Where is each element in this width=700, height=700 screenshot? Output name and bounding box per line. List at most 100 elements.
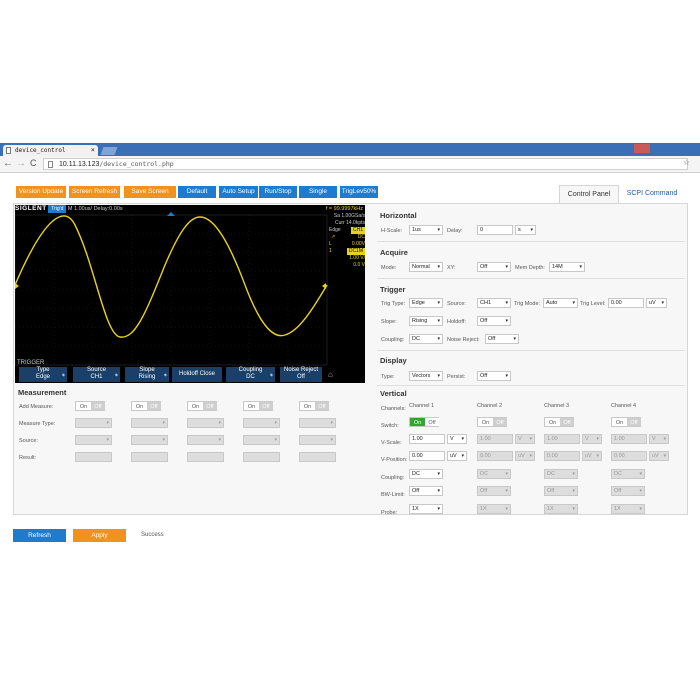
channel-1-coupling-select[interactable]: DC	[409, 469, 443, 479]
apply-button[interactable]: Apply	[73, 529, 126, 542]
channel-1-vposition-unit[interactable]: uV	[447, 451, 467, 461]
measure-source-select-1[interactable]	[131, 435, 168, 445]
channel-name-3: Channel 3	[544, 403, 570, 409]
measure-source-select-0[interactable]	[75, 435, 112, 445]
channel-3-vposition-input[interactable]: 0.00	[544, 451, 580, 461]
channel-1-vscale-input[interactable]: 1.00	[409, 434, 445, 444]
trig-source-select[interactable]: CH1	[477, 298, 511, 308]
channel-2-vposition-input[interactable]: 0.00	[477, 451, 513, 461]
measure-type-label: Measure Type:	[19, 421, 56, 427]
channel-3-vposition-unit[interactable]: uV	[582, 451, 602, 461]
holdoff-select[interactable]: Off	[477, 316, 511, 326]
channel-4-switch[interactable]: On Off	[611, 417, 641, 427]
trig-coupling-select[interactable]: DC	[409, 334, 443, 344]
display-type-select[interactable]: Vectors	[409, 371, 443, 381]
softkey-bottom-label: Rising	[138, 374, 156, 380]
toolbar-button-5[interactable]: Run/Stop	[259, 186, 297, 198]
hscale-select[interactable]: 1us	[409, 225, 443, 235]
channel-4-vscale-input[interactable]: 1.00	[611, 434, 647, 444]
channel-3-probe-select[interactable]: 1X	[544, 504, 578, 514]
channel-1-switch[interactable]: On Off	[409, 417, 439, 427]
softkey-1[interactable]: Source CH1 ◆	[73, 367, 120, 382]
close-tab-icon[interactable]: ×	[91, 145, 95, 156]
channel-3-bw-limit-select[interactable]: Off	[544, 486, 578, 496]
add-measure-toggle-2[interactable]: On Off	[187, 401, 217, 411]
xy-label: XY:	[447, 265, 456, 271]
channel-4-vscale-unit[interactable]: V	[649, 434, 669, 444]
slope-select[interactable]: Rising	[409, 316, 443, 326]
measure-source-select-2[interactable]	[187, 435, 224, 445]
add-measure-toggle-3[interactable]: On Off	[243, 401, 273, 411]
channel-2-probe-select[interactable]: 1X	[477, 504, 511, 514]
acquire-mode-select[interactable]: Normal	[409, 262, 443, 272]
channel-2-coupling-select[interactable]: DC	[477, 469, 511, 479]
tab-scpi-command[interactable]: SCPI Command	[619, 185, 685, 203]
channel-3-coupling-select[interactable]: DC	[544, 469, 578, 479]
measure-type-select-2[interactable]	[187, 418, 224, 428]
trig-level-unit-select[interactable]: uV	[646, 298, 667, 308]
measure-result-3	[243, 452, 280, 462]
persist-select[interactable]: Off	[477, 371, 511, 381]
channel-2-bw-limit-select[interactable]: Off	[477, 486, 511, 496]
toolbar-button-0[interactable]: Version Update	[16, 186, 66, 198]
channel-4-probe-select[interactable]: 1X	[611, 504, 645, 514]
channel-1-bw-limit-select[interactable]: Off	[409, 486, 443, 496]
tab-control-panel[interactable]: Control Panel	[559, 185, 619, 204]
channel-3-vscale-unit[interactable]: V	[582, 434, 602, 444]
toolbar-button-4[interactable]: Auto Setup	[219, 186, 258, 198]
channel-2-vposition-unit[interactable]: uV	[515, 451, 535, 461]
channel-2-vscale-unit[interactable]: V	[515, 434, 535, 444]
channel-1-vposition-input[interactable]: 0.00	[409, 451, 445, 461]
noise-reject-label: Noise Reject:	[447, 337, 480, 343]
channel-3-vscale-input[interactable]: 1.00	[544, 434, 580, 444]
softkey-0[interactable]: Type Edge ◆	[19, 367, 67, 382]
softkey-3[interactable]: Holdoff Close	[172, 367, 222, 382]
xy-select[interactable]: Off	[477, 262, 511, 272]
window-close-icon[interactable]	[634, 144, 650, 153]
toolbar-button-1[interactable]: Screen Refresh	[69, 186, 120, 198]
toolbar-button-3[interactable]: Default	[178, 186, 216, 198]
softkey-5[interactable]: Noise Reject Off	[280, 367, 322, 382]
softkey-2[interactable]: Slope Rising ◆	[125, 367, 169, 382]
trig-level-input[interactable]: 0.00	[608, 298, 644, 308]
channel-4-bw-limit-select[interactable]: Off	[611, 486, 645, 496]
trig-type-select[interactable]: Edge	[409, 298, 443, 308]
delay-unit-select[interactable]: s	[515, 225, 536, 235]
channel-2-switch[interactable]: On Off	[477, 417, 507, 427]
softkey-knob-icon: ◆	[163, 372, 167, 377]
add-measure-toggle-4[interactable]: On Off	[299, 401, 329, 411]
menu-toggle-icon[interactable]: ⌂	[328, 370, 333, 379]
refresh-button[interactable]: Refresh	[13, 529, 66, 542]
channel-1-probe-select[interactable]: 1X	[409, 504, 443, 514]
add-measure-toggle-1[interactable]: On Off	[131, 401, 161, 411]
toolbar-button-2[interactable]: Save Screen	[124, 186, 176, 198]
toggle-off: Off	[203, 402, 217, 410]
channel-1-vscale-unit[interactable]: V	[447, 434, 467, 444]
channel-2-vscale-input[interactable]: 1.00	[477, 434, 513, 444]
address-bar[interactable]: 10.11.13.123/device_control.php	[43, 158, 688, 170]
channel-4-coupling-select[interactable]: DC	[611, 469, 645, 479]
channel-3-switch[interactable]: On Off	[544, 417, 574, 427]
noise-reject-select[interactable]: Off	[485, 334, 519, 344]
delay-input[interactable]: 0	[477, 225, 513, 235]
toolbar-button-7[interactable]: TrigLev50%	[340, 186, 378, 198]
measure-source-select-3[interactable]	[243, 435, 280, 445]
reload-icon[interactable]: C	[30, 158, 37, 168]
measure-type-select-4[interactable]	[299, 418, 336, 428]
measure-source-select-4[interactable]	[299, 435, 336, 445]
channel-4-vposition-input[interactable]: 0.00	[611, 451, 647, 461]
bookmark-star-icon[interactable]: ☆	[683, 158, 690, 167]
channel-4-vposition-unit[interactable]: uV	[649, 451, 669, 461]
add-measure-toggle-0[interactable]: On Off	[75, 401, 105, 411]
trig-mode-select[interactable]: Auto	[543, 298, 578, 308]
forward-arrow-icon[interactable]: →	[16, 158, 26, 169]
back-arrow-icon[interactable]: ←	[3, 158, 13, 169]
measure-type-select-0[interactable]	[75, 418, 112, 428]
browser-tab[interactable]: device_control ×	[3, 145, 98, 156]
mem-depth-select[interactable]: 14M	[549, 262, 585, 272]
softkey-4[interactable]: Coupling DC ◆	[226, 367, 275, 382]
measure-type-select-3[interactable]	[243, 418, 280, 428]
toolbar-button-6[interactable]: Single	[299, 186, 337, 198]
measure-type-select-1[interactable]	[131, 418, 168, 428]
new-tab-button[interactable]	[100, 147, 118, 155]
